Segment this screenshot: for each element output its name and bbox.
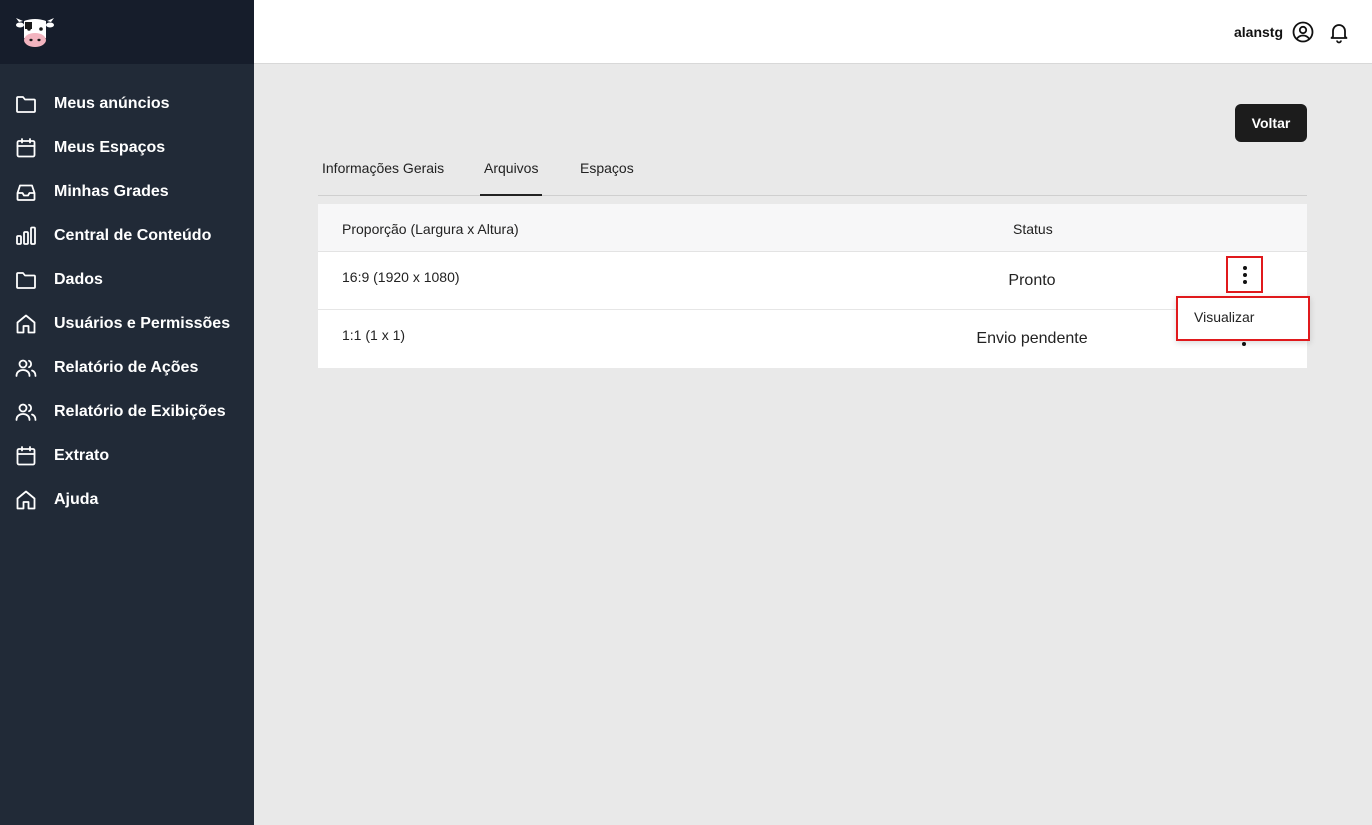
- kebab-dot: [1242, 265, 1247, 270]
- home-icon: [14, 488, 38, 512]
- tab-espacos[interactable]: Espaços: [580, 160, 634, 176]
- back-button[interactable]: Voltar: [1235, 104, 1307, 142]
- kebab-dot: [1242, 342, 1246, 346]
- sidebar-item-label: Usuários e Permissões: [54, 315, 231, 332]
- home-icon: [14, 312, 38, 336]
- sidebar-item-label: Extrato: [54, 447, 110, 464]
- sidebar-item-relatorio-de-acoes[interactable]: Relatório de Ações: [0, 346, 254, 390]
- sidebar-item-label: Meus Espaços: [54, 139, 166, 156]
- sidebar-item-usuarios-e-permissoes[interactable]: Usuários e Permissões: [0, 302, 254, 346]
- calendar-icon: [14, 136, 38, 160]
- kebab-dot: [1242, 272, 1247, 277]
- logo-bar: [0, 0, 254, 64]
- sidebar-item-label: Minhas Grades: [54, 183, 169, 200]
- sidebar-item-central-de-conteudo[interactable]: Central de Conteúdo: [0, 214, 254, 258]
- column-header-status: Status: [1013, 221, 1053, 237]
- sidebar-item-dados[interactable]: Dados: [0, 258, 254, 302]
- cow-logo[interactable]: [15, 16, 55, 48]
- column-header-proportion: Proporção (Largura x Altura): [342, 221, 519, 237]
- sidebar-item-extrato[interactable]: Extrato: [0, 434, 254, 478]
- tab-bar: Informações Gerais Arquivos Espaços: [318, 150, 1307, 196]
- tab-arquivos[interactable]: Arquivos: [480, 160, 543, 196]
- status-cell: Pronto: [1008, 272, 1056, 289]
- row-actions-button[interactable]: [1226, 256, 1263, 293]
- bar-chart-icon: [14, 224, 38, 248]
- status-cell: Envio pendente: [976, 330, 1088, 347]
- sidebar-item-label: Ajuda: [54, 491, 99, 508]
- folder-icon: [14, 268, 38, 292]
- sidebar: Meus anúncios Meus Espaços Minhas Grades…: [0, 0, 254, 825]
- user-circle-icon[interactable]: [1291, 20, 1315, 44]
- calendar-icon: [14, 444, 38, 468]
- sidebar-item-label: Relatório de Ações: [54, 359, 199, 376]
- sidebar-item-meus-espacos[interactable]: Meus Espaços: [0, 126, 254, 170]
- sidebar-nav: Meus anúncios Meus Espaços Minhas Grades…: [0, 82, 254, 522]
- proportion-cell: 1:1 (1 x 1): [342, 327, 406, 343]
- sidebar-item-ajuda[interactable]: Ajuda: [0, 478, 254, 522]
- sidebar-item-meus-anuncios[interactable]: Meus anúncios: [0, 82, 254, 126]
- files-table: Proporção (Largura x Altura) Status 16:9…: [318, 204, 1307, 368]
- tab-informacoes-gerais[interactable]: Informações Gerais: [322, 160, 444, 176]
- sidebar-item-label: Relatório de Exibições: [54, 403, 226, 420]
- top-bar: alanstg: [254, 0, 1372, 64]
- users-icon: [14, 400, 38, 424]
- table-row: 16:9 (1920 x 1080) Pronto: [318, 252, 1307, 310]
- bell-icon[interactable]: [1327, 20, 1351, 44]
- menu-item-visualizar[interactable]: Visualizar: [1194, 309, 1254, 325]
- table-row: 1:1 (1 x 1) Envio pendente: [318, 310, 1307, 368]
- username[interactable]: alanstg: [1234, 24, 1283, 40]
- users-icon: [14, 356, 38, 380]
- sidebar-item-label: Dados: [54, 271, 103, 288]
- row-actions-menu: Visualizar: [1176, 296, 1310, 341]
- table-header: Proporção (Largura x Altura) Status: [318, 204, 1307, 252]
- sidebar-item-minhas-grades[interactable]: Minhas Grades: [0, 170, 254, 214]
- sidebar-item-label: Central de Conteúdo: [54, 227, 212, 244]
- proportion-cell: 16:9 (1920 x 1080): [342, 269, 460, 285]
- inbox-icon: [14, 180, 38, 204]
- folder-icon: [14, 92, 38, 116]
- sidebar-item-relatorio-de-exibicoes[interactable]: Relatório de Exibições: [0, 390, 254, 434]
- kebab-dot: [1242, 279, 1247, 284]
- sidebar-item-label: Meus anúncios: [54, 95, 170, 112]
